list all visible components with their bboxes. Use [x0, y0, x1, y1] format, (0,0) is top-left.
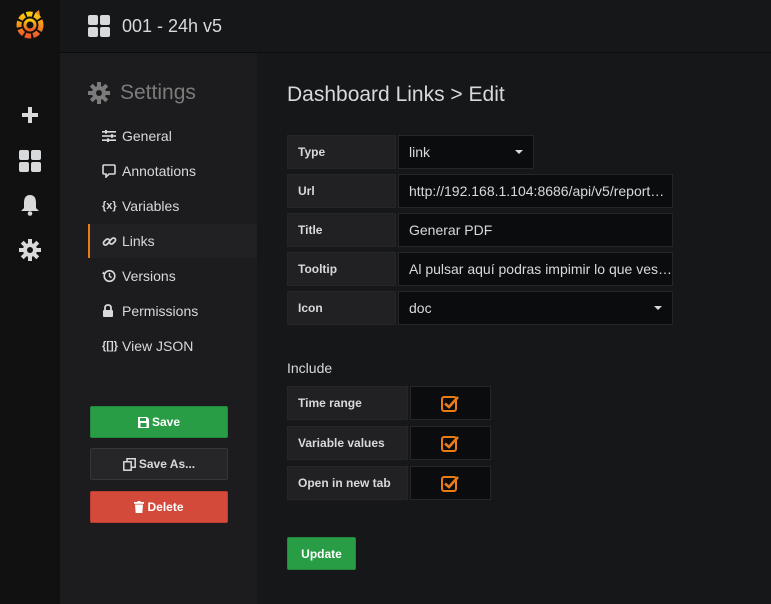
save-button[interactable]: Save — [90, 406, 228, 438]
nav-item-view-json[interactable]: {[]} View JSON — [88, 329, 257, 363]
icon-select[interactable]: doc — [398, 291, 673, 325]
tooltip-row: Tooltip Al pulsar aquí podras impimir lo… — [287, 252, 673, 286]
trash-icon — [134, 501, 145, 513]
time-range-row: Time range — [287, 386, 491, 420]
type-label: Type — [287, 135, 396, 169]
dashboard-title[interactable]: 001 - 24h v5 — [122, 16, 222, 37]
tooltip-input[interactable]: Al pulsar aquí podras impimir lo que ves… — [398, 252, 673, 286]
url-label: Url — [287, 174, 396, 208]
chevron-down-icon — [654, 306, 662, 310]
icon-label: Icon — [287, 291, 396, 325]
url-row: Url http://192.168.1.104:8686/api/v5/rep… — [287, 174, 673, 208]
open-new-tab-label: Open in new tab — [287, 466, 408, 500]
icon-row: Icon doc — [287, 291, 673, 325]
checkbox-checked-icon — [441, 395, 459, 412]
delete-button[interactable]: Delete — [90, 491, 228, 523]
sliders-icon — [102, 130, 122, 142]
time-range-checkbox[interactable] — [410, 386, 491, 420]
nav-item-versions[interactable]: Versions — [88, 259, 257, 293]
side-menu — [0, 0, 60, 604]
gear-icon — [88, 82, 110, 104]
type-row: Type link — [287, 135, 534, 169]
link-icon — [102, 234, 122, 249]
dashboard-topbar: 001 - 24h v5 — [60, 0, 771, 53]
nav-item-permissions[interactable]: Permissions — [88, 294, 257, 328]
nav-item-general[interactable]: General — [88, 119, 257, 153]
variable-values-label: Variable values — [287, 426, 408, 460]
json-icon: {[]} — [102, 340, 118, 352]
title-row: Title Generar PDF — [287, 213, 673, 247]
tooltip-label: Tooltip — [287, 252, 396, 286]
save-icon — [137, 416, 149, 428]
checkbox-checked-icon — [441, 475, 459, 492]
nav-item-links[interactable]: Links — [88, 224, 257, 258]
nav-item-annotations[interactable]: Annotations — [88, 154, 257, 188]
type-select[interactable]: link — [398, 135, 534, 169]
settings-title-label: Settings — [120, 81, 196, 104]
lock-icon — [102, 304, 122, 318]
copy-icon — [122, 457, 136, 471]
bell-icon[interactable] — [0, 185, 60, 225]
grafana-logo-icon[interactable] — [0, 4, 60, 44]
chevron-down-icon — [515, 150, 523, 154]
nav-item-variables[interactable]: {x} Variables — [88, 189, 257, 223]
open-new-tab-row: Open in new tab — [287, 466, 491, 500]
update-button[interactable]: Update — [287, 537, 356, 570]
variable-values-checkbox[interactable] — [410, 426, 491, 460]
variable-values-row: Variable values — [287, 426, 491, 460]
title-input[interactable]: Generar PDF — [398, 213, 673, 247]
save-as-button[interactable]: Save As... — [90, 448, 228, 480]
gear-icon[interactable] — [0, 230, 60, 270]
include-heading: Include — [287, 360, 333, 376]
title-label: Title — [287, 213, 396, 247]
settings-title: Settings — [88, 81, 196, 105]
page-title: Dashboard Links > Edit — [287, 83, 505, 106]
comment-icon — [102, 164, 122, 178]
history-icon — [102, 269, 122, 283]
dashboard-grid-icon — [88, 15, 110, 37]
plus-icon[interactable] — [0, 95, 60, 135]
checkbox-checked-icon — [441, 435, 459, 452]
dashboards-icon[interactable] — [0, 141, 60, 181]
url-input[interactable]: http://192.168.1.104:8686/api/v5/report… — [398, 174, 673, 208]
variable-icon: {x} — [102, 200, 117, 212]
open-new-tab-checkbox[interactable] — [410, 466, 491, 500]
time-range-label: Time range — [287, 386, 408, 420]
link-edit-panel: Dashboard Links > Edit Type link Url htt… — [257, 53, 771, 604]
settings-nav: Settings General Annotations {x} Variabl… — [60, 53, 257, 604]
